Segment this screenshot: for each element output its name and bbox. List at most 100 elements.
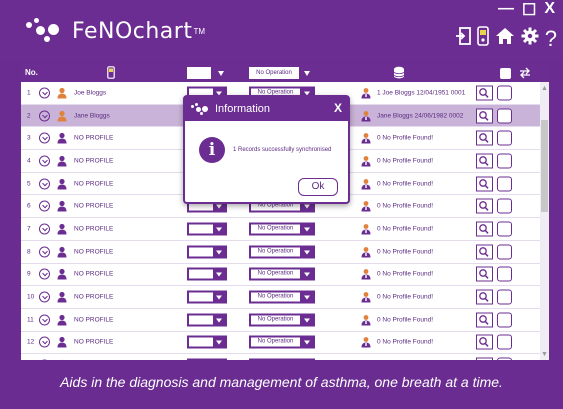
search-button[interactable] [476, 176, 493, 192]
dropdown-arrow-icon[interactable] [216, 227, 222, 232]
dropdown-arrow-icon[interactable] [304, 250, 310, 255]
expand-chevron-icon[interactable] [39, 110, 50, 122]
person-icon[interactable] [57, 291, 67, 303]
person-icon[interactable] [57, 223, 67, 235]
scroll-thumb[interactable] [541, 120, 548, 212]
operation-select[interactable]: No Operation [249, 290, 315, 304]
operation-select[interactable]: No Operation [249, 245, 315, 259]
row-checkbox[interactable] [497, 85, 512, 101]
person-icon[interactable] [57, 314, 67, 326]
search-button[interactable] [476, 85, 493, 101]
expand-chevron-icon[interactable] [39, 87, 50, 99]
expand-chevron-icon[interactable] [39, 200, 50, 212]
search-button[interactable] [476, 221, 493, 237]
maximize-button[interactable]: ☐ [522, 0, 536, 20]
dialog-close-button[interactable]: X [334, 101, 342, 115]
operation-select[interactable]: No Operation [249, 267, 315, 281]
row-checkbox[interactable] [497, 153, 512, 169]
search-button[interactable] [476, 108, 493, 124]
search-button[interactable] [476, 312, 493, 328]
dropdown-arrow-icon[interactable] [216, 250, 222, 255]
header-operation-arrow-icon[interactable] [304, 71, 310, 76]
operation-select[interactable]: No Operation [249, 222, 315, 236]
row-checkbox[interactable] [497, 312, 512, 328]
table-row[interactable]: 13 NO PROFILE No Operation 0 No Profile … [21, 354, 549, 360]
sort-icon[interactable] [519, 67, 531, 81]
device-select[interactable] [187, 222, 227, 236]
operation-select[interactable]: No Operation [249, 335, 315, 349]
dropdown-arrow-icon[interactable] [216, 204, 222, 209]
ok-button[interactable]: Ok [298, 178, 338, 196]
person-icon[interactable] [57, 87, 67, 99]
expand-chevron-icon[interactable] [39, 268, 50, 280]
person-icon[interactable] [57, 246, 67, 258]
search-button[interactable] [476, 289, 493, 305]
gear-icon[interactable] [521, 27, 539, 50]
search-button[interactable] [476, 198, 493, 214]
header-select-all[interactable] [187, 67, 211, 79]
table-row[interactable]: 8 NO PROFILE No Operation 0 No Profile F… [21, 241, 549, 264]
table-row[interactable]: 7 NO PROFILE No Operation 0 No Profile F… [21, 218, 549, 241]
expand-chevron-icon[interactable] [39, 314, 50, 326]
row-checkbox[interactable] [497, 130, 512, 146]
dropdown-arrow-icon[interactable] [304, 318, 310, 323]
expand-chevron-icon[interactable] [39, 246, 50, 258]
expand-chevron-icon[interactable] [39, 223, 50, 235]
row-checkbox[interactable] [497, 221, 512, 237]
close-button[interactable]: X [544, 0, 555, 20]
row-checkbox[interactable] [497, 244, 512, 260]
header-select-arrow-icon[interactable] [218, 71, 224, 76]
expand-chevron-icon[interactable] [39, 132, 50, 144]
row-checkbox[interactable] [497, 289, 512, 305]
scroll-up-icon[interactable]: ▲ [541, 85, 548, 92]
operation-select[interactable]: No Operation [249, 358, 315, 360]
row-checkbox[interactable] [497, 266, 512, 282]
help-icon[interactable]: ? [545, 27, 557, 49]
device-select[interactable] [187, 358, 227, 360]
person-icon[interactable] [57, 269, 67, 280]
search-button[interactable] [476, 130, 493, 146]
person-icon[interactable] [57, 155, 67, 167]
person-icon[interactable] [57, 110, 67, 122]
dropdown-arrow-icon[interactable] [304, 227, 310, 232]
device-icon[interactable] [476, 26, 489, 51]
device-select[interactable] [187, 313, 227, 327]
expand-chevron-icon[interactable] [39, 155, 50, 167]
search-button[interactable] [476, 357, 493, 360]
table-row[interactable]: 11 NO PROFILE No Operation 0 No Profile … [21, 309, 549, 332]
table-row[interactable]: 9 NO PROFILE No Operation 0 No Profile F… [21, 264, 549, 287]
search-button[interactable] [476, 153, 493, 169]
expand-chevron-icon[interactable] [39, 178, 50, 190]
dropdown-arrow-icon[interactable] [216, 318, 222, 323]
person-icon[interactable] [57, 337, 67, 348]
minimize-button[interactable]: — [498, 0, 514, 20]
home-icon[interactable] [495, 27, 515, 50]
device-select[interactable] [187, 290, 227, 304]
header-checkbox[interactable] [500, 68, 511, 79]
table-row[interactable]: 12 NO PROFILE No Operation 0 No Profile … [21, 332, 549, 355]
table-row[interactable]: 10 NO PROFILE No Operation 0 No Profile … [21, 286, 549, 309]
scroll-down-icon[interactable]: ▼ [541, 351, 548, 358]
operation-select[interactable]: No Operation [249, 313, 315, 327]
vertical-scrollbar[interactable]: ▲ ▼ [540, 82, 549, 360]
dropdown-arrow-icon[interactable] [216, 340, 222, 345]
dropdown-arrow-icon[interactable] [304, 340, 310, 345]
device-select[interactable] [187, 335, 227, 349]
search-button[interactable] [476, 266, 493, 282]
dropdown-arrow-icon[interactable] [216, 272, 222, 277]
person-icon[interactable] [57, 178, 67, 190]
search-button[interactable] [476, 334, 493, 350]
person-icon[interactable] [57, 201, 67, 212]
device-select[interactable] [187, 245, 227, 259]
row-checkbox[interactable] [497, 176, 512, 192]
row-checkbox[interactable] [497, 108, 512, 124]
row-checkbox[interactable] [497, 357, 512, 360]
dropdown-arrow-icon[interactable] [304, 204, 310, 209]
dropdown-arrow-icon[interactable] [304, 295, 310, 300]
row-checkbox[interactable] [497, 198, 512, 214]
exit-icon[interactable] [455, 27, 471, 50]
person-icon[interactable] [57, 133, 67, 144]
expand-chevron-icon[interactable] [39, 336, 50, 348]
expand-chevron-icon[interactable] [39, 291, 50, 303]
dropdown-arrow-icon[interactable] [216, 295, 222, 300]
